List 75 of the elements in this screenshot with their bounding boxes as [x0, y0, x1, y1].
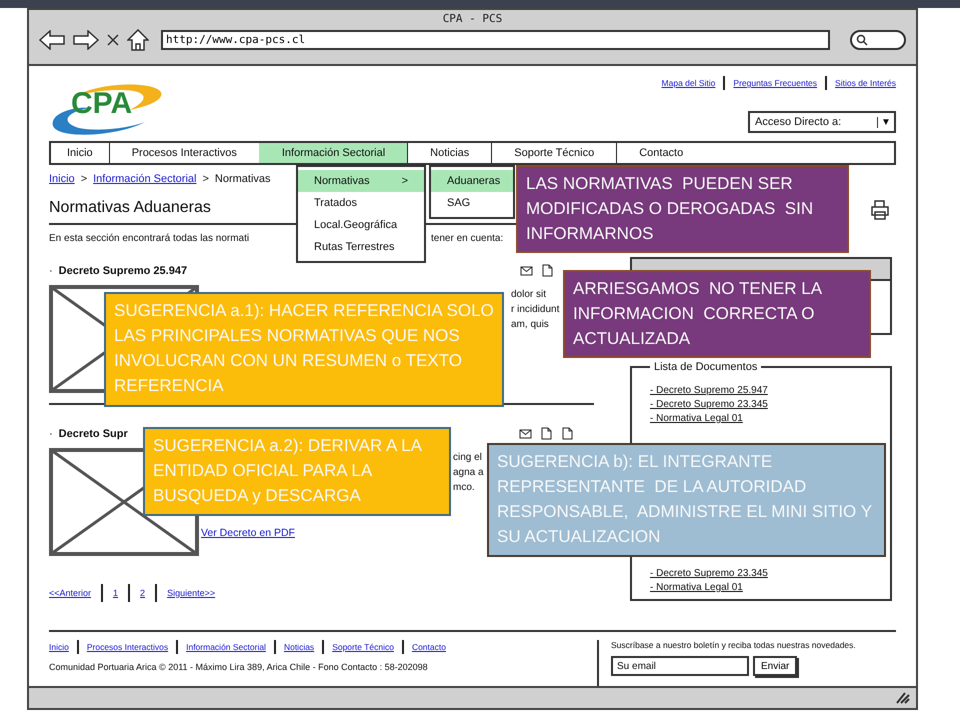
document-link[interactable]: - Normativa Legal 01 — [650, 582, 872, 593]
intro-text: tener en cuenta: — [431, 233, 504, 244]
mail-icon[interactable] — [520, 264, 533, 277]
decree-text: am, quis — [511, 319, 550, 330]
footer-link[interactable]: Procesos Interactivos — [86, 642, 168, 652]
breadcrumb-current: Normativas — [214, 173, 271, 185]
sticky-note: SUGERENCIA a.2): DERIVAR A LA ENTIDAD OFICIAL PARA LA BUSQUEDA y DESCARGA — [143, 427, 451, 516]
pagination-link[interactable]: 1 — [113, 588, 118, 598]
intro-text: En esta sección encontrará todas las normati — [49, 233, 250, 244]
nav-item[interactable]: Noticias — [407, 143, 492, 163]
submenu-item[interactable]: SAG — [431, 192, 513, 214]
document-link[interactable]: - Decreto Supremo 25.947 — [650, 385, 872, 396]
decree-text: cing el — [453, 452, 483, 463]
nav-item[interactable]: Inicio — [51, 143, 109, 163]
sticky-note: SUGERENCIA b): EL INTEGRANTE REPRESENTANTE DE LA AUTORIDAD RESPONSABLE, ADMINISTRE EL MINI SITIO Y SU ACTUALIZACION — [487, 443, 886, 557]
breadcrumb-separator: > — [202, 173, 209, 185]
breadcrumb-separator: > — [80, 173, 88, 185]
nav-item[interactable]: Información Sectorial — [258, 143, 408, 163]
address-bar[interactable]: http://www.cpa-pcs.cl — [161, 30, 830, 50]
document-link[interactable]: - Decreto Supremo 23.345 — [650, 568, 872, 579]
footer-link[interactable]: Información Sectorial — [186, 642, 266, 652]
pdf-link[interactable]: Ver Decreto en PDF — [201, 527, 484, 539]
search-icon — [856, 34, 868, 46]
newsletter-text: Suscríbase a nuestro boletín y reciba todas nuestras novedades. — [611, 640, 856, 650]
top-link[interactable]: Mapa del Sitio — [662, 78, 716, 88]
pagination-link[interactable]: <<Anterior — [49, 588, 92, 598]
decree-text: agna a — [453, 467, 484, 478]
breadcrumb-link[interactable]: Información Sectorial — [93, 173, 196, 185]
pagination-link[interactable]: Siguiente>> — [167, 588, 216, 598]
window-title: CPA - PCS — [442, 12, 502, 25]
top-link[interactable]: Preguntas Frecuentes — [733, 78, 818, 88]
submenu-item[interactable]: Aduaneras — [431, 170, 513, 192]
decree-title: Decreto Supr — [58, 428, 128, 440]
bullet: · — [49, 428, 53, 440]
submit-button[interactable]: Enviar — [753, 656, 798, 676]
logo-text[interactable]: CPA — [71, 87, 132, 120]
decree-text: r incididunt — [511, 304, 560, 315]
menu-item[interactable]: Rutas Terrestres — [298, 236, 424, 258]
copyright-text: Comunidad Portuaria Arica © 2011 - Máximo Lira 389, Arica Chile - Fono Contacto : 58-202098 — [49, 662, 429, 672]
footer-link[interactable]: Inicio — [49, 642, 69, 652]
footer-link[interactable]: Soporte Técnico — [332, 642, 394, 652]
email-field[interactable]: Su email — [611, 656, 749, 676]
menu-item[interactable]: Normativas > — [298, 170, 424, 192]
breadcrumb-link[interactable]: Inicio — [49, 173, 75, 185]
home-icon[interactable] — [127, 29, 149, 51]
sticky-note: SUGERENCIA a.1): HACER REFERENCIA SOLO LAS PRINCIPALES NORMATIVAS QUE NOS INVOLUCRAN CON UN RESUMEN o TEXTO REFERENCIA — [104, 292, 504, 407]
top-link[interactable]: Sitios de Interés — [835, 78, 896, 88]
sticky-note: ARRIESGAMOS NO TENER LA INFORMACION CORRECTA O ACTUALIZADA — [563, 270, 871, 358]
back-arrow-icon[interactable] — [39, 30, 65, 50]
close-icon[interactable] — [107, 34, 119, 46]
decree-text: dolor sit — [511, 289, 548, 300]
mail-icon[interactable] — [519, 427, 532, 440]
document-icon[interactable] — [540, 427, 553, 440]
footer-link[interactable]: Noticias — [284, 642, 314, 652]
decree-text: mco. — [453, 482, 476, 493]
nav-item[interactable]: Contacto — [616, 143, 706, 163]
page-title: Normativas Aduaneras — [49, 199, 211, 217]
pagination-link[interactable]: 2 — [140, 588, 146, 598]
quick-access-dropdown[interactable]: Acceso Directo a: ▼ — [748, 111, 896, 133]
document-link[interactable]: - Normativa Legal 01 — [650, 413, 872, 424]
print-icon[interactable] — [870, 200, 890, 220]
page-icon[interactable] — [561, 427, 574, 440]
documents-title: Lista de Documentos — [653, 361, 758, 373]
resize-grip-icon[interactable] — [896, 692, 910, 704]
footer-link[interactable]: Contacto — [412, 642, 446, 652]
search-field[interactable] — [850, 30, 906, 50]
menu-item[interactable]: Tratados — [298, 192, 424, 214]
document-icon[interactable] — [541, 264, 554, 277]
document-link[interactable]: - Decreto Supremo 23.345 — [650, 399, 872, 410]
nav-item[interactable]: Soporte Técnico — [491, 143, 616, 163]
bullet: · — [49, 264, 53, 276]
sticky-note: LAS NORMATIVAS PUEDEN SER MODIFICADAS O DEROGADAS SIN INFORMARNOS — [516, 165, 849, 253]
decree-title: Decreto Supremo 25.947 — [58, 264, 188, 276]
menu-item[interactable]: Local.Geográfica — [298, 214, 424, 236]
forward-arrow-icon[interactable] — [73, 30, 99, 50]
